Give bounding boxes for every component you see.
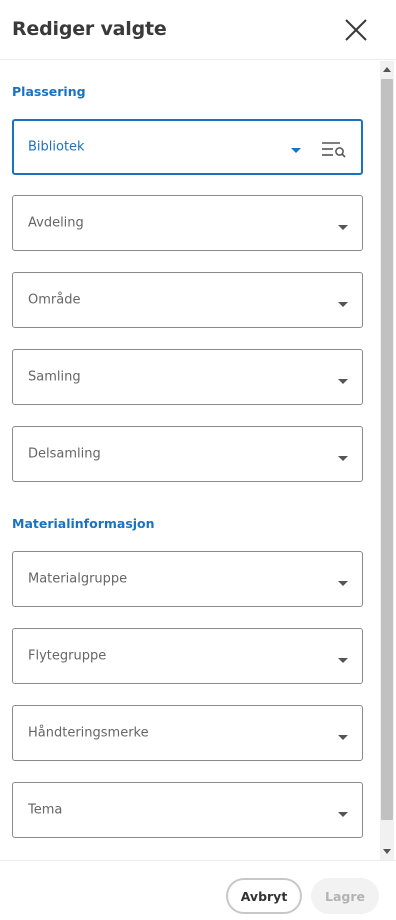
dialog-header: Rediger valgte <box>0 0 396 60</box>
chevron-down-icon <box>338 379 348 384</box>
cancel-button[interactable]: Avbryt <box>226 878 302 914</box>
collection-select-label: Samling <box>28 369 81 385</box>
handling-mark-select-label: Håndteringsmerke <box>28 725 149 741</box>
scroll-down-icon[interactable] <box>383 849 391 854</box>
chevron-down-icon <box>338 581 348 586</box>
dialog-footer: Avbryt Lagre <box>0 860 396 920</box>
dialog-title: Rediger valgte <box>12 18 167 40</box>
material-group-select[interactable]: Materialgruppe <box>12 551 363 607</box>
chevron-down-icon <box>338 658 348 663</box>
list-search-icon[interactable] <box>321 140 347 158</box>
theme-select[interactable]: Tema <box>12 782 363 838</box>
scrollbar-thumb[interactable] <box>381 79 393 820</box>
theme-select-label: Tema <box>28 802 63 818</box>
close-icon <box>345 19 367 41</box>
material-group-select-label: Materialgruppe <box>28 571 128 587</box>
chevron-down-icon <box>291 148 301 153</box>
collection-select[interactable]: Samling <box>12 349 363 405</box>
scroll-up-icon[interactable] <box>383 67 391 72</box>
library-select[interactable]: Bibliotek <box>12 119 363 175</box>
section-title-material: Materialinformasjon <box>12 516 155 531</box>
chevron-down-icon <box>338 225 348 230</box>
area-select[interactable]: Område <box>12 272 363 328</box>
float-group-select[interactable]: Flytegruppe <box>12 628 363 684</box>
chevron-down-icon <box>338 302 348 307</box>
department-select[interactable]: Avdeling <box>12 195 363 251</box>
area-select-label: Område <box>28 292 81 308</box>
vertical-scrollbar[interactable] <box>380 61 394 860</box>
subcollection-select[interactable]: Delsamling <box>12 426 363 482</box>
chevron-down-icon <box>338 812 348 817</box>
float-group-select-label: Flytegruppe <box>28 648 107 664</box>
chevron-down-icon <box>338 735 348 740</box>
section-title-location: Plassering <box>12 84 86 99</box>
form-scroll-area: Plassering Bibliotek Avdeling Område Sam… <box>0 61 396 860</box>
chevron-down-icon <box>338 456 348 461</box>
save-button[interactable]: Lagre <box>311 878 379 914</box>
subcollection-select-label: Delsamling <box>28 446 101 462</box>
handling-mark-select[interactable]: Håndteringsmerke <box>12 705 363 761</box>
library-select-label: Bibliotek <box>28 139 85 155</box>
department-select-label: Avdeling <box>28 215 84 231</box>
close-button[interactable] <box>340 14 372 46</box>
